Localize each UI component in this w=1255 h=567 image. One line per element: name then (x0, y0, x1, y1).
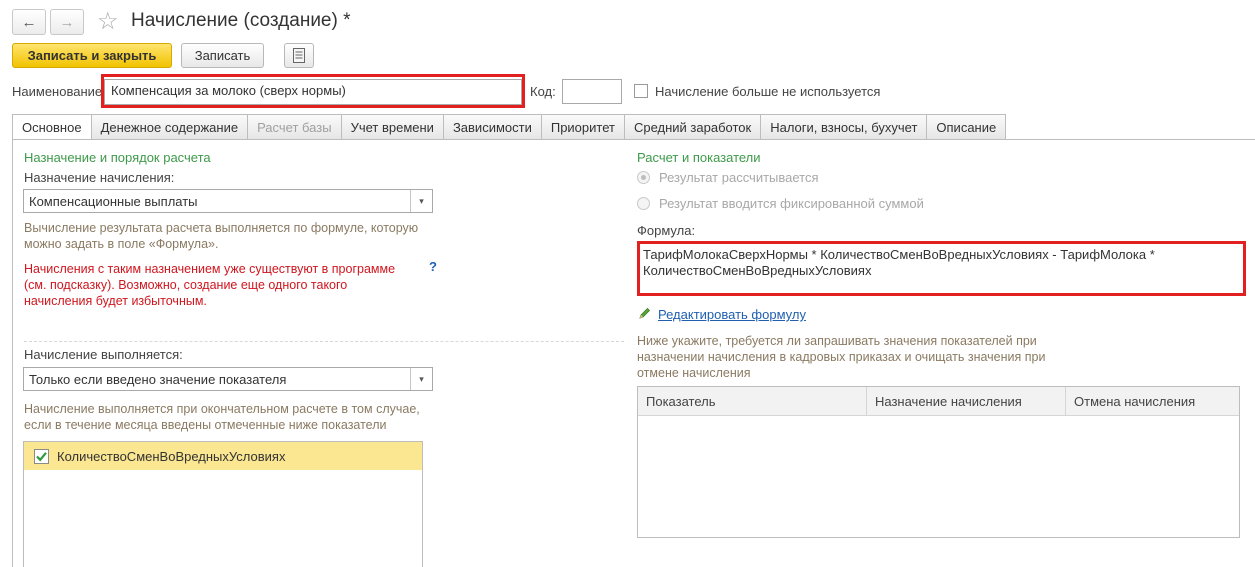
tab-main[interactable]: Основное (12, 114, 92, 140)
formula-input[interactable]: ТарифМолокаСверхНормы * КоличествоСменВо… (637, 241, 1246, 296)
forward-button[interactable]: → (50, 9, 84, 35)
radio-calculated[interactable] (637, 171, 650, 184)
tab-taxes[interactable]: Налоги, взносы, бухучет (761, 114, 928, 140)
help-icon[interactable]: ? (429, 259, 437, 274)
favorite-star-icon[interactable]: ☆ (97, 7, 119, 36)
save-button[interactable]: Записать (181, 43, 264, 68)
more-actions-button[interactable] (284, 43, 314, 68)
right-section-title: Расчет и показатели (637, 150, 761, 165)
formula-value: ТарифМолокаСверхНормы * КоличествоСменВо… (643, 247, 1155, 278)
tab-monetary[interactable]: Денежное содержание (91, 114, 249, 140)
tab-bar: Основное Денежное содержание Расчет базы… (12, 114, 1007, 140)
left-section-title: Назначение и порядок расчета (24, 150, 211, 165)
arrow-right-icon: → (59, 13, 75, 31)
not-used-label: Начисление больше не используется (655, 84, 881, 99)
purpose-value: Компенсационные выплаты (29, 193, 198, 209)
purpose-hint: Вычисление результата расчета выполняетс… (24, 221, 419, 251)
tab-time-accounting[interactable]: Учет времени (341, 114, 444, 140)
purpose-label: Назначение начисления: (24, 170, 175, 185)
code-label: Код: (530, 84, 556, 99)
duplicate-warning: Начисления с таким назначением уже сущес… (24, 262, 396, 308)
page-title: Начисление (создание) * (131, 10, 351, 31)
edit-formula-link[interactable]: Редактировать формулу (658, 307, 806, 322)
tab-priority[interactable]: Приоритет (541, 114, 625, 140)
not-used-checkbox[interactable] (634, 84, 648, 98)
grid-column-indicator[interactable]: Показатель (638, 387, 867, 415)
indicators-list[interactable]: КоличествоСменВоВредныхУсловиях (23, 441, 423, 567)
tab-underline (12, 139, 1255, 140)
tab-description[interactable]: Описание (927, 114, 1007, 140)
formula-label: Формула: (637, 223, 696, 238)
chevron-down-icon[interactable]: ▾ (410, 368, 432, 390)
arrow-left-icon: ← (21, 13, 37, 31)
exec-select[interactable]: Только если введено значение показателя … (23, 367, 433, 391)
panel-left-border (12, 140, 13, 567)
code-input[interactable] (562, 79, 622, 104)
save-and-close-button[interactable]: Записать и закрыть (12, 43, 172, 68)
list-item[interactable]: КоличествоСменВоВредныхУсловиях (24, 442, 422, 470)
save-and-close-label: Записать и закрыть (27, 48, 157, 63)
checkbox-checked-icon[interactable] (34, 448, 49, 464)
indicator-label: КоличествоСменВоВредныхУсловиях (57, 448, 286, 464)
indicators-grid[interactable]: Показатель Назначение начисления Отмена … (637, 386, 1240, 538)
tab-dependencies[interactable]: Зависимости (443, 114, 542, 140)
save-label: Записать (194, 48, 251, 63)
pencil-icon (639, 307, 651, 319)
list-icon (293, 48, 305, 63)
radio-calculated-label: Результат рассчитывается (659, 170, 819, 185)
back-button[interactable]: ← (12, 9, 46, 35)
name-highlight-frame (101, 74, 525, 108)
name-label: Наименование: (12, 84, 106, 99)
grid-header: Показатель Назначение начисления Отмена … (638, 387, 1239, 416)
grid-column-cancel[interactable]: Отмена начисления (1066, 387, 1239, 415)
tab-base-calc[interactable]: Расчет базы (248, 114, 342, 140)
purpose-select[interactable]: Компенсационные выплаты ▾ (23, 189, 433, 213)
exec-hint: Начисление выполняется при окончательном… (24, 402, 420, 432)
radio-fixed-label: Результат вводится фиксированной суммой (659, 196, 924, 211)
exec-label: Начисление выполняется: (24, 347, 183, 362)
section-divider (24, 341, 624, 342)
grid-column-assign[interactable]: Назначение начисления (867, 387, 1066, 415)
indicators-hint: Ниже укажите, требуется ли запрашивать з… (637, 334, 1046, 380)
chevron-down-icon[interactable]: ▾ (410, 190, 432, 212)
radio-fixed[interactable] (637, 197, 650, 210)
exec-value: Только если введено значение показателя (29, 371, 287, 387)
tab-average-earnings[interactable]: Средний заработок (624, 114, 762, 140)
